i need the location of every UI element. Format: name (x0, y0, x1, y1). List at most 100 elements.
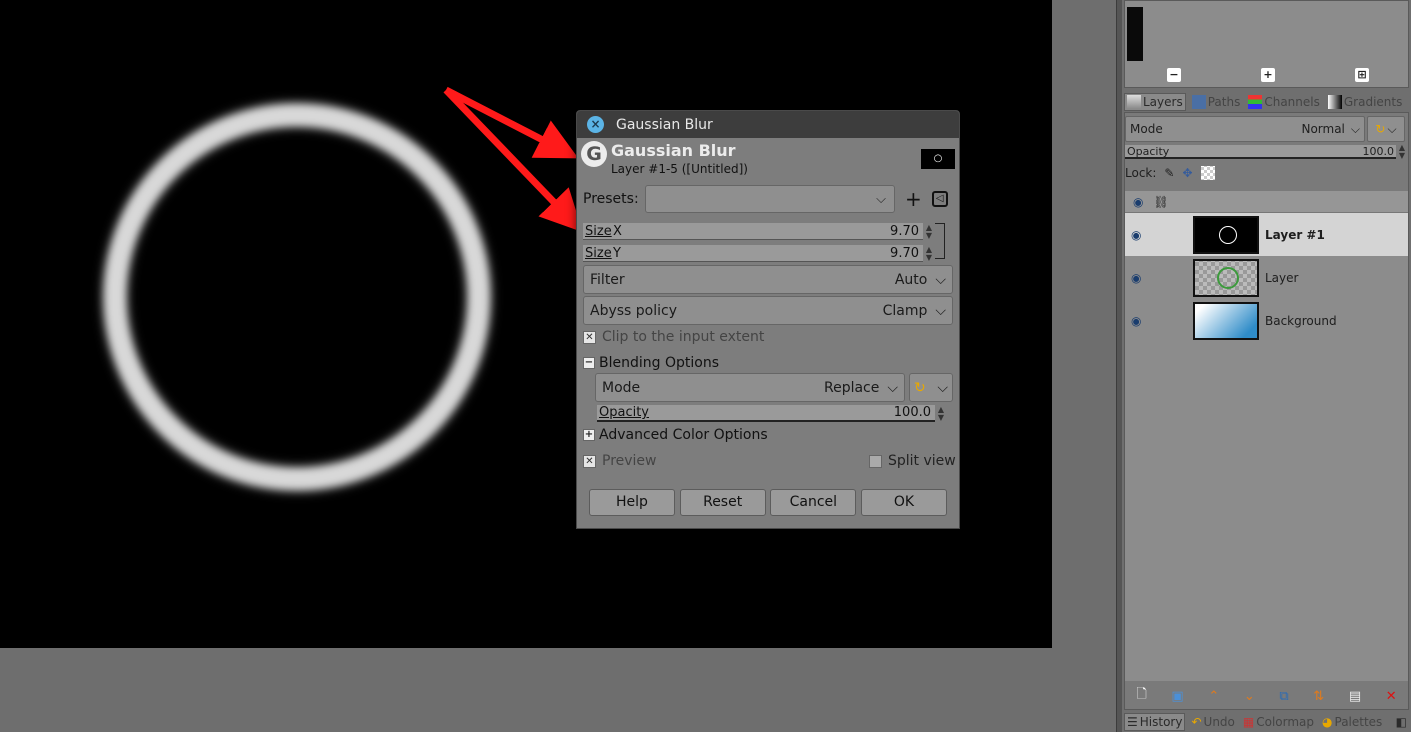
layer-name: Background (1265, 313, 1337, 328)
spin-arrows-icon[interactable]: ▲ ▼ (1396, 144, 1408, 160)
image-thumbnail: ○ (921, 149, 955, 169)
tab-channels[interactable]: Channels (1246, 93, 1322, 111)
new-layer-icon[interactable]: 🗋 (1136, 685, 1146, 707)
spin-arrows-icon[interactable]: ▲ ▼ (923, 223, 935, 240)
layer-row[interactable]: ◉ Background (1125, 299, 1408, 342)
ok-button[interactable]: OK (860, 489, 947, 516)
zoom-in-icon[interactable]: + (1261, 68, 1275, 82)
layer-thumbnail (1193, 215, 1259, 254)
tab-paths[interactable]: Paths (1190, 93, 1243, 111)
size-y-field[interactable]: Size Y 9.70 (583, 245, 923, 262)
chain-icon: ⛓ (1153, 194, 1169, 209)
raise-layer-icon[interactable]: ⌃ (1208, 689, 1219, 704)
tab-palettes[interactable]: ◕ Palettes (1320, 713, 1384, 731)
blurred-ring-image (104, 104, 490, 490)
duplicate-layer-icon[interactable]: ⧉ (1279, 689, 1288, 704)
help-button[interactable]: Help (589, 489, 675, 516)
split-view-checkbox[interactable]: Split view (869, 453, 956, 469)
advanced-color-options-expander[interactable]: + Advanced Color Options (583, 427, 768, 443)
layer-list: ◉ ⛓ ◉ Layer #1 ◉ Layer ◉ Background (1125, 191, 1408, 681)
new-layer-group-icon[interactable]: ▣ (1171, 689, 1183, 704)
spin-arrows-icon[interactable]: ▲ ▼ (935, 405, 947, 422)
checkbox-checked-icon: ✕ (583, 330, 596, 344)
lock-alpha-icon[interactable] (1200, 166, 1215, 180)
close-icon[interactable]: × (587, 116, 604, 133)
dialog-header: G Gaussian Blur Layer #1-5 ([Untitled]) … (577, 139, 959, 183)
chevron-down-icon: ⌵ (935, 302, 946, 319)
abyss-policy-combo[interactable]: Abyss policy Clamp ⌵ (583, 296, 953, 325)
chevron-down-icon: ⌵ (1387, 121, 1397, 136)
zoom-fit-icon[interactable]: ⊞ (1355, 68, 1369, 82)
brush-preview: − + ⊞ (1124, 0, 1409, 88)
layer-name: Layer #1 (1265, 227, 1325, 242)
layers-icon (1127, 95, 1141, 109)
layer-row[interactable]: ◉ Layer #1 (1125, 213, 1408, 256)
lock-row: Lock: ✎ ✥ (1125, 163, 1215, 183)
chain-link-icon[interactable] (935, 223, 945, 259)
spin-arrows-icon[interactable]: ▲ ▼ (923, 245, 935, 262)
dialog-buttons: Help Reset Cancel OK (589, 489, 947, 516)
chevron-down-icon: ⌵ (937, 379, 948, 396)
anchor-layer-icon[interactable]: ⇅ (1313, 689, 1324, 704)
undo-icon: ↶ (1191, 715, 1202, 729)
presets-menu-icon[interactable]: ◁ (931, 191, 948, 207)
header-subtitle: Layer #1-5 ([Untitled]) (611, 162, 748, 176)
blend-mode-combo[interactable]: Mode Replace ⌵ (595, 373, 905, 402)
layers-panel: Mode Normal ⌵ ↻ ⌵ Opacity 100.0 ▲ ▼ Lock: … (1124, 112, 1409, 710)
tab-gradients[interactable]: Gradients (1326, 93, 1404, 111)
header-title: Gaussian Blur (611, 141, 736, 160)
colormap-icon: ▦ (1242, 715, 1255, 729)
eye-icon[interactable]: ◉ (1131, 271, 1147, 285)
clip-extent-checkbox[interactable]: ✕ Clip to the input extent (583, 329, 764, 345)
presets-label: Presets: (583, 191, 639, 207)
layer-name: Layer (1265, 270, 1299, 285)
size-x-field[interactable]: Size X 9.70 (583, 223, 923, 240)
collapse-icon: − (583, 357, 595, 369)
chevron-down-icon: ⌵ (876, 191, 886, 207)
layer-row[interactable]: ◉ Layer (1125, 256, 1408, 299)
paths-icon (1191, 95, 1206, 109)
channels-icon (1248, 95, 1263, 109)
preview-checkbox[interactable]: ✕ Preview (583, 453, 657, 469)
blending-options-expander[interactable]: − Blending Options (583, 355, 719, 371)
reset-button[interactable]: Reset (679, 489, 766, 516)
bottom-dock-tabs: ☰ History ↶ Undo ▦ Colormap ◕ Palettes ◧ (1124, 712, 1409, 732)
tab-layers[interactable]: Layers (1124, 93, 1186, 111)
tab-history[interactable]: ☰ History (1124, 713, 1186, 731)
lock-pixels-icon[interactable]: ✎ (1164, 166, 1174, 180)
lock-position-icon[interactable]: ✥ (1182, 166, 1192, 180)
tab-colormap[interactable]: ▦ Colormap (1241, 713, 1316, 731)
layer-mode-combo[interactable]: Mode Normal ⌵ (1125, 116, 1365, 142)
history-icon: ☰ (1127, 715, 1138, 729)
gaussian-blur-dialog: × Gaussian Blur G Gaussian Blur Layer #1… (576, 110, 960, 529)
eye-icon: ◉ (1133, 194, 1144, 209)
chevron-down-icon: ⌵ (887, 379, 898, 396)
eye-icon[interactable]: ◉ (1131, 314, 1147, 328)
cancel-button[interactable]: Cancel (770, 489, 857, 516)
filter-combo[interactable]: Filter Auto ⌵ (583, 265, 953, 294)
swirl-icon: ↻ (1375, 122, 1386, 136)
gradients-icon (1327, 95, 1342, 109)
swirl-icon: ↻ (914, 379, 926, 396)
tab-undo[interactable]: ↶ Undo (1189, 713, 1236, 731)
zoom-out-icon[interactable]: − (1167, 68, 1181, 82)
delete-layer-icon[interactable]: ✕ (1386, 689, 1397, 704)
composite-mode-button[interactable]: ↻ ⌵ (909, 373, 953, 402)
lower-layer-icon[interactable]: ⌄ (1244, 689, 1255, 704)
window-title: Gaussian Blur (616, 116, 713, 133)
eye-icon[interactable]: ◉ (1131, 228, 1147, 242)
right-dock: − + ⊞ Layers Paths Channels Gradients ◧ … (1122, 0, 1411, 732)
dock-menu-icon[interactable]: ◧ (1394, 713, 1409, 731)
blend-opacity-slider[interactable]: Opacity 100.0 (597, 405, 935, 422)
checkbox-checked-icon: ✕ (583, 454, 596, 468)
presets-combo[interactable]: ⌵ (645, 185, 895, 213)
layer-mask-icon[interactable]: ▤ (1349, 689, 1361, 704)
layer-opacity-slider[interactable]: Opacity 100.0 ▲ ▼ (1125, 144, 1408, 160)
brush-swatch (1127, 7, 1143, 61)
composite-mode-button[interactable]: ↻ ⌵ (1367, 116, 1405, 142)
dialog-titlebar[interactable]: × Gaussian Blur (577, 111, 959, 138)
expand-icon: + (583, 429, 595, 441)
dock-tabs: Layers Paths Channels Gradients ◧ (1124, 92, 1411, 112)
add-preset-icon[interactable]: + (905, 187, 922, 211)
layer-thumbnail (1193, 258, 1259, 297)
